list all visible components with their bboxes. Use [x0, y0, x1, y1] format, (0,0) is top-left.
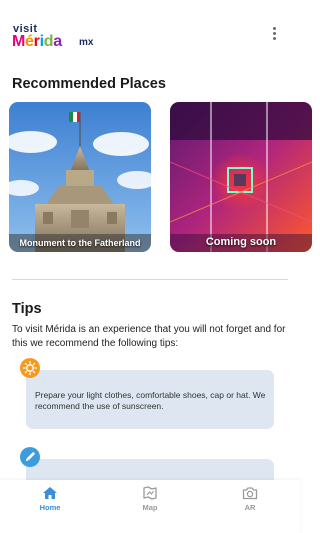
- pen-icon: [20, 447, 40, 467]
- place-card-label: Monument to the Fatherland: [19, 238, 141, 248]
- home-icon: [43, 487, 57, 499]
- nav-map-label: Map: [142, 503, 158, 512]
- monument-image: [9, 102, 151, 252]
- logo-letter: a: [53, 33, 62, 50]
- camera-icon: [242, 487, 258, 500]
- recommended-places-title: Recommended Places: [12, 76, 166, 92]
- sun-icon: [20, 358, 40, 378]
- place-card-label: Coming soon: [205, 236, 277, 248]
- light-show-image: [170, 102, 312, 252]
- nav-home[interactable]: Home: [0, 480, 100, 533]
- app-header: visit Mérida mx: [0, 0, 300, 60]
- bottom-navigation: Home Map AR: [0, 480, 300, 533]
- nav-home-label: Home: [39, 503, 61, 512]
- nav-map[interactable]: Map: [100, 480, 200, 533]
- nav-ar[interactable]: AR: [200, 480, 300, 533]
- logo-letter: d: [43, 33, 54, 50]
- map-icon: [143, 486, 157, 500]
- logo-merida-text: Mérida: [12, 33, 62, 50]
- place-card-monument[interactable]: Monument to the Fatherland: [9, 102, 151, 252]
- logo-mx-text: mx: [79, 37, 94, 48]
- tip-card: Prepare your light clothes, comfortable …: [26, 370, 274, 429]
- tips-title: Tips: [12, 301, 42, 317]
- logo-letter: M: [12, 33, 26, 50]
- visit-merida-logo[interactable]: visit Mérida mx: [12, 24, 102, 51]
- place-card-coming-soon[interactable]: Coming soon: [170, 102, 312, 252]
- tip-text: Prepare your light clothes, comfortable …: [35, 390, 266, 411]
- logo-letter: é: [25, 33, 34, 50]
- tips-intro-text: To visit Mérida is an experience that yo…: [12, 324, 286, 349]
- more-vertical-icon[interactable]: [266, 27, 282, 43]
- nav-ar-label: AR: [244, 503, 256, 512]
- section-divider: [12, 279, 288, 280]
